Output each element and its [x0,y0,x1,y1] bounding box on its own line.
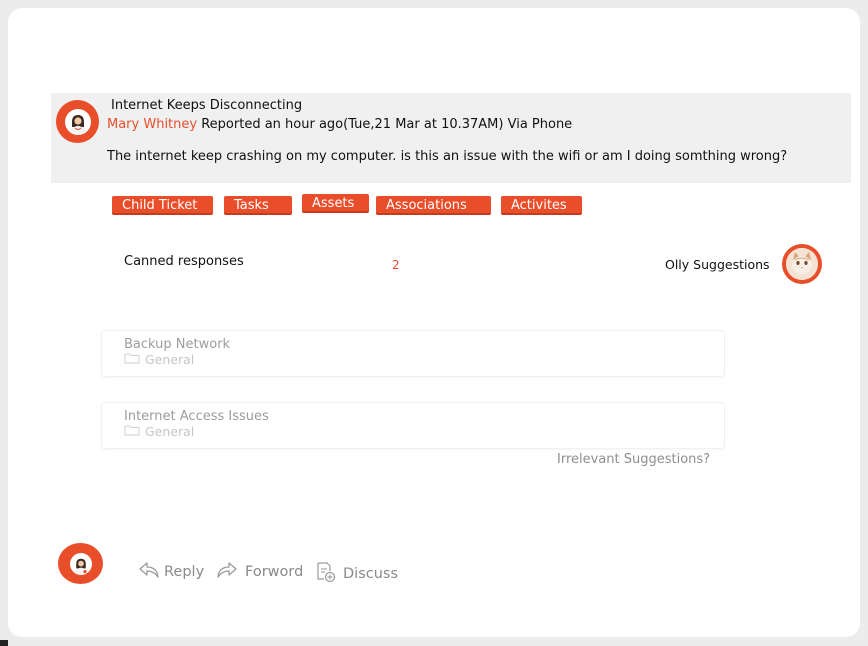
ticket-title: Internet Keeps Disconnecting [111,98,303,113]
corner-mark [0,640,8,646]
reply-button[interactable]: Reply [138,561,204,583]
suggestion-title: Internet Access Issues [124,409,269,424]
canned-responses-label[interactable]: Canned responses [124,254,244,269]
tab-activites[interactable]: Activites [501,196,582,215]
ticket-card: Internet Keeps Disconnecting Mary Whitne… [8,8,860,637]
reporter-name[interactable]: Mary Whitney [107,117,197,132]
forward-label: Forword [245,564,304,580]
olly-avatar[interactable] [782,244,822,284]
canned-responses-count: 2 [392,258,400,272]
tab-associations[interactable]: Associations [376,196,491,215]
suggestion-title: Backup Network [124,337,231,352]
folder-icon [124,352,140,367]
reply-icon [138,561,160,583]
forward-button[interactable]: Forword [216,561,303,583]
person-icon [69,552,92,575]
reporter-line: Mary Whitney Reported an hour ago(Tue,21… [107,117,572,132]
agent-avatar[interactable] [58,543,103,584]
reporter-avatar[interactable] [56,100,99,143]
suggestion-category-label: General [145,352,195,367]
reported-meta: Reported an hour ago(Tue,21 Mar at 10.37… [201,117,573,132]
suggestion-category-label: General [145,424,195,439]
discuss-button[interactable]: Discuss [315,561,398,587]
person-icon [64,108,91,135]
tab-assets[interactable]: Assets [302,194,369,213]
discuss-label: Discuss [343,566,399,582]
ticket-message: The internet keep crashing on my compute… [107,149,788,164]
suggestion-category: General [124,352,194,367]
reply-label: Reply [164,564,205,580]
suggestion-item[interactable]: Internet Access Issues General [101,402,725,449]
cat-icon [786,248,818,280]
discuss-icon [315,561,337,587]
suggestion-item[interactable]: Backup Network General [101,330,725,377]
folder-icon [124,424,140,439]
irrelevant-suggestions-link[interactable]: Irrelevant Suggestions? [557,452,710,467]
tab-child-ticket[interactable]: Child Ticket [112,196,213,215]
olly-suggestions-label[interactable]: Olly Suggestions [665,257,770,272]
forward-icon [216,561,238,583]
tab-tasks[interactable]: Tasks [224,196,292,215]
suggestion-category: General [124,424,194,439]
